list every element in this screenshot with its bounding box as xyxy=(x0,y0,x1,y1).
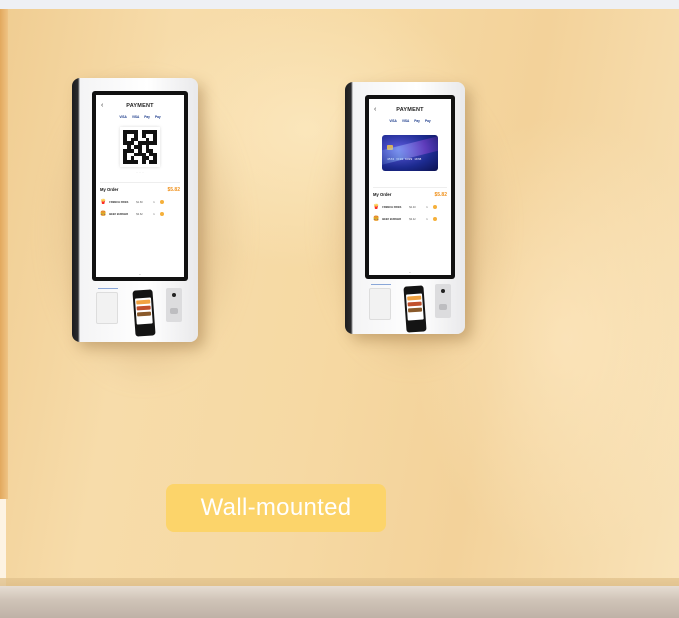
burger-icon: 🍔 xyxy=(100,211,107,217)
order-total: $5.82 xyxy=(434,192,447,198)
kiosk-screen[interactable]: ‹ PAYMENT VISA VISA Pay Pay 4532 3190 89… xyxy=(369,99,451,275)
plus-icon[interactable] xyxy=(432,217,437,221)
screen-title: PAYMENT xyxy=(126,102,154,109)
payment-method[interactable]: Pay xyxy=(144,115,150,119)
pos-terminal xyxy=(132,289,156,337)
pos-terminal xyxy=(403,285,427,333)
fries-icon: 🍟 xyxy=(100,199,107,205)
kiosk-qr: ‹ PAYMENT VISA VISA Pay Pay · · · · · · … xyxy=(72,78,198,342)
list-item: 🍔 BEEF BURGER $3.42 1 xyxy=(369,210,451,222)
card-number: 4532 3190 8999 1038 xyxy=(387,157,422,161)
order-title: My Order xyxy=(100,187,119,192)
nfc-icon xyxy=(439,304,447,310)
payment-method[interactable]: VISA xyxy=(132,115,139,119)
plus-icon[interactable] xyxy=(432,205,437,209)
kiosk-screen[interactable]: ‹ PAYMENT VISA VISA Pay Pay · · · · · · … xyxy=(96,95,184,277)
list-item: 🍟 FRENCH FRIES $1.60 1 xyxy=(96,193,184,205)
receipt-printer xyxy=(96,292,118,324)
list-item: 🍔 BEEF BURGER $3.62 1 xyxy=(96,205,184,217)
kiosk-hardware xyxy=(92,288,188,337)
payment-method[interactable]: Pay xyxy=(155,115,161,119)
camera-icon xyxy=(441,289,445,293)
camera-icon xyxy=(172,293,176,297)
order-total: $5.82 xyxy=(167,187,180,193)
payment-method[interactable]: VISA xyxy=(389,119,396,123)
kiosk-card: ‹ PAYMENT VISA VISA Pay Pay 4532 3190 89… xyxy=(345,82,465,334)
payment-methods: VISA VISA Pay Pay xyxy=(96,115,184,119)
qr-caption: · · · · · · xyxy=(135,171,145,174)
order-title: My Order xyxy=(373,192,392,197)
back-arrow-icon[interactable]: ‹ xyxy=(374,106,382,113)
plus-icon[interactable] xyxy=(159,212,164,216)
wall-mounted-label: Wall-mounted xyxy=(166,484,386,532)
burger-icon: 🍔 xyxy=(373,216,380,222)
payment-method[interactable]: Pay xyxy=(414,119,420,123)
payment-method[interactable]: VISA xyxy=(119,115,126,119)
fries-icon: 🍟 xyxy=(373,204,380,210)
payment-method[interactable]: Pay xyxy=(425,119,431,123)
scanner xyxy=(166,288,182,322)
payment-method[interactable]: VISA xyxy=(402,119,409,123)
back-arrow-icon[interactable]: ‹ xyxy=(101,102,109,109)
list-item: 🍟 FRENCH FRIES $2.40 1 xyxy=(369,198,451,210)
kiosk-screen-frame: ‹ PAYMENT VISA VISA Pay Pay · · · · · · … xyxy=(92,91,188,281)
kiosk-hardware xyxy=(365,284,455,333)
nfc-icon xyxy=(170,308,178,314)
wall-corner xyxy=(0,9,8,499)
scanner xyxy=(435,284,451,318)
floor xyxy=(0,586,679,618)
kiosk-screen-frame: ‹ PAYMENT VISA VISA Pay Pay 4532 3190 89… xyxy=(365,95,455,279)
qr-code-icon xyxy=(120,127,160,167)
plus-icon[interactable] xyxy=(159,200,164,204)
receipt-printer xyxy=(369,288,391,320)
credit-card-icon: 4532 3190 8999 1038 xyxy=(382,135,438,171)
payment-methods: VISA VISA Pay Pay xyxy=(369,119,451,123)
photo-scene: ‹ PAYMENT VISA VISA Pay Pay · · · · · · … xyxy=(0,0,679,618)
screen-title: PAYMENT xyxy=(396,106,424,113)
